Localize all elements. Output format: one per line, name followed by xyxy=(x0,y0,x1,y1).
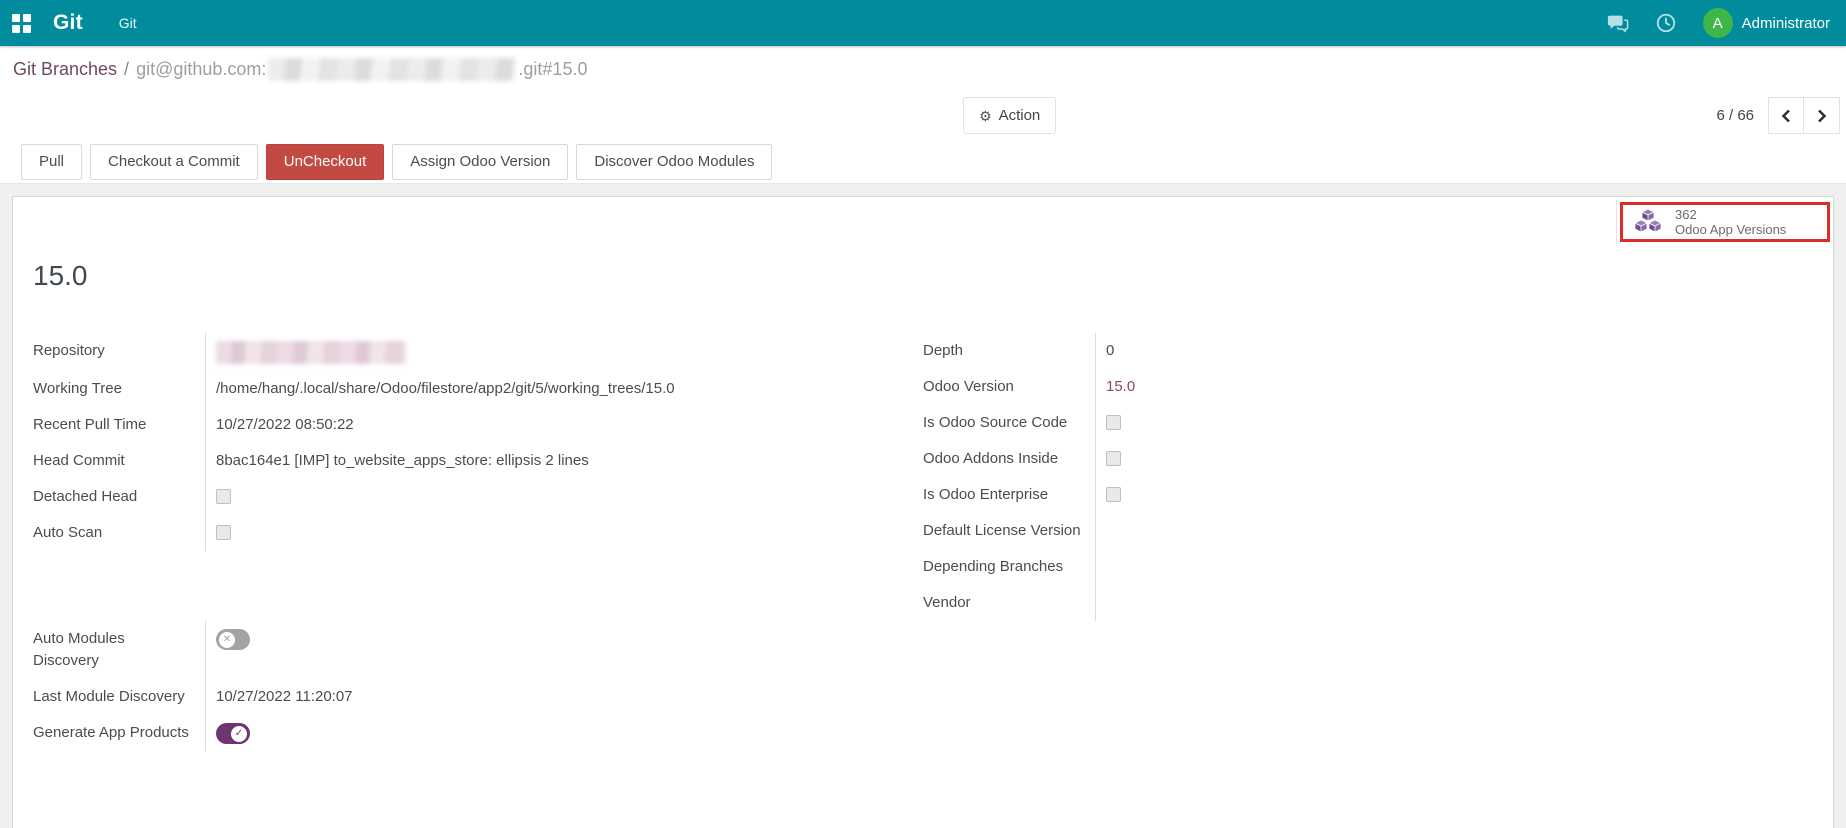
app-brand[interactable]: Git xyxy=(53,11,83,35)
field-row-auto-modules-discovery: Auto Modules Discovery ✕ xyxy=(33,621,923,679)
top-navbar: Git Git A Administrator xyxy=(0,0,1846,46)
action-button-label: Action xyxy=(998,107,1041,124)
field-label: Auto Scan xyxy=(33,515,206,551)
field-row-odoo-version: Odoo Version 15.0 xyxy=(923,369,1813,405)
field-value: /home/hang/.local/share/Odoo/filestore/a… xyxy=(216,380,675,397)
field-label: Is Odoo Enterprise xyxy=(923,477,1096,513)
button-box: 362 Odoo App Versions xyxy=(1616,199,1830,245)
field-value: 10/27/2022 08:50:22 xyxy=(216,416,354,433)
pager: 6 / 66 xyxy=(1716,97,1840,134)
field-label: Repository xyxy=(33,333,206,371)
field-value-empty xyxy=(1096,513,1813,549)
nav-menu-git[interactable]: Git xyxy=(119,15,137,31)
toggle-on-check-icon: ✓ xyxy=(231,725,247,742)
field-row-auto-scan: Auto Scan xyxy=(33,515,923,551)
avatar: A xyxy=(1702,8,1733,38)
field-row-repository: Repository xyxy=(33,333,923,371)
field-label: Odoo Version xyxy=(923,369,1096,405)
field-row-recent-pull-time: Recent Pull Time 10/27/2022 08:50:22 xyxy=(33,407,923,443)
pull-button[interactable]: Pull xyxy=(21,143,83,180)
form-sheet: 362 Odoo App Versions 15.0 Repository Wo… xyxy=(12,196,1834,828)
redacted-repo-name xyxy=(268,57,517,81)
field-row-working-tree: Working Tree /home/hang/.local/share/Odo… xyxy=(33,371,923,407)
field-row-generate-app-products: Generate App Products ✓ xyxy=(33,715,923,751)
field-label: Depending Branches xyxy=(923,549,1096,585)
chevron-left-icon xyxy=(1781,109,1790,122)
pager-previous-button[interactable] xyxy=(1768,97,1804,134)
button-box-divider xyxy=(1616,200,1617,244)
breadcrumb-current-suffix: .git#15.0 xyxy=(518,58,588,79)
auto-scan-checkbox[interactable] xyxy=(216,525,231,540)
field-label: Depth xyxy=(923,333,1096,369)
field-row-depending-branches: Depending Branches xyxy=(923,549,1813,585)
field-label: Odoo Addons Inside xyxy=(923,441,1096,477)
chevron-right-icon xyxy=(1817,109,1826,122)
odoo-app-versions-stat-button[interactable]: 362 Odoo App Versions xyxy=(1620,202,1830,242)
field-row-vendor: Vendor xyxy=(923,585,1813,621)
field-row-depth: Depth 0 xyxy=(923,333,1813,369)
checkout-a-commit-button[interactable]: Checkout a Commit xyxy=(90,143,258,180)
field-value: 8bac164e1 [IMP] to_website_apps_store: e… xyxy=(216,452,589,469)
messages-icon[interactable] xyxy=(1607,12,1629,34)
cubes-icon xyxy=(1634,208,1662,233)
discover-odoo-modules-button[interactable]: Discover Odoo Modules xyxy=(576,143,773,180)
field-value-empty xyxy=(1096,585,1813,621)
breadcrumb: Git Branches / git@github.com: .git#15.0 xyxy=(0,46,1846,92)
record-title: 15.0 xyxy=(33,260,88,291)
control-panel: Git Branches / git@github.com: .git#15.0… xyxy=(0,46,1846,140)
is-odoo-source-code-checkbox[interactable] xyxy=(1106,415,1121,430)
field-row-detached-head: Detached Head xyxy=(33,479,923,515)
field-row-is-odoo-source-code: Is Odoo Source Code xyxy=(923,405,1813,441)
field-value: 0 xyxy=(1106,342,1115,359)
activities-icon[interactable] xyxy=(1655,12,1677,34)
field-label: Auto Modules Discovery xyxy=(33,621,206,679)
stat-button-value: 362 xyxy=(1675,207,1697,222)
field-row-odoo-addons-inside: Odoo Addons Inside xyxy=(923,441,1813,477)
field-row-last-module-discovery: Last Module Discovery 10/27/2022 11:20:0… xyxy=(33,679,923,715)
uncheckout-button[interactable]: UnCheckout xyxy=(265,143,385,180)
detached-head-checkbox[interactable] xyxy=(216,489,231,504)
field-group-right: Depth 0 Odoo Version 15.0 Is Odoo Source… xyxy=(923,333,1813,621)
toggle-off-x-icon: ✕ xyxy=(219,631,235,648)
field-label: Working Tree xyxy=(33,371,206,407)
odoo-version-link[interactable]: 15.0 xyxy=(1096,369,1813,405)
user-menu[interactable]: A Administrator xyxy=(1702,8,1830,38)
breadcrumb-current-prefix: git@github.com: xyxy=(136,58,267,79)
field-value-empty xyxy=(1096,549,1813,585)
user-name: Administrator xyxy=(1741,14,1830,32)
auto-modules-discovery-toggle[interactable]: ✕ xyxy=(216,629,250,650)
field-label: Last Module Discovery xyxy=(33,679,206,715)
action-button[interactable]: ⚙ Action xyxy=(963,97,1057,134)
field-row-default-license-version: Default License Version xyxy=(923,513,1813,549)
field-label: Vendor xyxy=(923,585,1096,621)
field-label: Head Commit xyxy=(33,443,206,479)
field-label: Generate App Products xyxy=(33,715,206,751)
form-view-background: 362 Odoo App Versions 15.0 Repository Wo… xyxy=(0,184,1846,828)
breadcrumb-separator: / xyxy=(124,58,130,79)
pager-next-button[interactable] xyxy=(1804,97,1840,134)
field-label: Recent Pull Time xyxy=(33,407,206,443)
field-label: Is Odoo Source Code xyxy=(923,405,1096,441)
gear-icon: ⚙ xyxy=(979,107,992,124)
field-row-head-commit: Head Commit 8bac164e1 [IMP] to_website_a… xyxy=(33,443,923,479)
stat-button-label: Odoo App Versions xyxy=(1675,222,1787,237)
apps-grid-icon[interactable] xyxy=(12,13,31,33)
field-group-bottom: Auto Modules Discovery ✕ Last Module Dis… xyxy=(33,621,923,751)
field-label: Detached Head xyxy=(33,479,206,515)
redacted-repository-value xyxy=(216,341,406,364)
field-row-is-odoo-enterprise: Is Odoo Enterprise xyxy=(923,477,1813,513)
odoo-addons-inside-checkbox[interactable] xyxy=(1106,451,1121,466)
breadcrumb-current: git@github.com: .git#15.0 xyxy=(136,57,588,81)
statusbar: Pull Checkout a Commit UnCheckout Assign… xyxy=(0,140,1846,184)
field-label: Default License Version xyxy=(923,513,1096,549)
breadcrumb-parent-link[interactable]: Git Branches xyxy=(13,59,117,80)
assign-odoo-version-button[interactable]: Assign Odoo Version xyxy=(392,143,569,180)
field-value: 10/27/2022 11:20:07 xyxy=(216,688,353,705)
generate-app-products-toggle[interactable]: ✓ xyxy=(216,723,250,744)
field-group-left: Repository Working Tree /home/hang/.loca… xyxy=(33,333,923,621)
is-odoo-enterprise-checkbox[interactable] xyxy=(1106,487,1121,502)
pager-value: 6 / 66 xyxy=(1716,107,1754,124)
